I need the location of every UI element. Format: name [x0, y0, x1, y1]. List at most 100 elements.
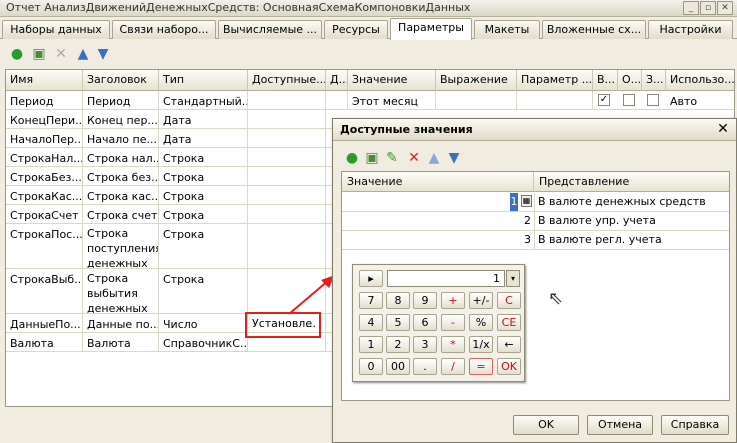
cell-name: СтрокаПос... [6, 224, 83, 268]
dialog-close-icon[interactable]: ✕ [716, 122, 730, 136]
col-use[interactable]: Использо... [666, 70, 734, 91]
calc-key-clear[interactable]: C [497, 292, 521, 309]
col-value[interactable]: Значение [348, 70, 436, 91]
calc-key-ok[interactable]: OK [497, 358, 521, 375]
copy-icon[interactable]: ▣ [363, 149, 381, 167]
cell-title: Строка поступления денежных ... [83, 224, 159, 268]
calc-key-2[interactable]: 2 [386, 336, 410, 353]
col-name[interactable]: Имя [6, 70, 83, 91]
calc-key-5[interactable]: 5 [386, 314, 410, 331]
cell-type: Строка [159, 205, 248, 223]
ok-button[interactable]: OK [513, 415, 579, 435]
calc-key-7[interactable]: 7 [359, 292, 383, 309]
tab-parameters[interactable]: Параметры [390, 18, 472, 40]
delete-icon[interactable]: ✕ [52, 45, 70, 63]
calc-key-reciprocal[interactable]: 1/x [469, 336, 493, 353]
cell-type: Стандартный... [159, 91, 248, 109]
mouse-cursor-icon: ⇖ [548, 288, 564, 309]
col-type[interactable]: Тип [159, 70, 248, 91]
presentation-cell: В валюте денежных средств [538, 195, 706, 208]
value-cell[interactable]: 1 [510, 193, 518, 211]
parameters-toolbar: ● ▣ ✕ ▲ ▼ [4, 43, 124, 65]
delete-icon[interactable]: ✕ [405, 149, 423, 167]
calc-key-3[interactable]: 3 [413, 336, 437, 353]
cell-name: КонецПери... [6, 110, 83, 128]
calc-key-6[interactable]: 6 [413, 314, 437, 331]
calc-key-plus[interactable]: + [441, 292, 465, 309]
cell-type: Строка [159, 148, 248, 166]
calc-key-8[interactable]: 8 [386, 292, 410, 309]
list-item[interactable]: 2 В валюте упр. учета [342, 212, 729, 231]
tab-bar: Наборы данных Связи наборо... Вычисляемы… [0, 18, 737, 40]
col-title[interactable]: Заголовок [83, 70, 159, 91]
cell-available [248, 186, 326, 204]
values-table: Значение Представление 1 ▦ В валюте дене… [341, 171, 730, 401]
tab-resources[interactable]: Ресурсы [324, 20, 388, 39]
list-item[interactable]: 1 ▦ В валюте денежных средств [342, 193, 729, 212]
tab-settings[interactable]: Настройки [648, 20, 733, 39]
checkbox-o[interactable] [623, 94, 635, 106]
calc-key-backspace[interactable]: ← [497, 336, 521, 353]
col-presentation[interactable]: Представление [534, 172, 729, 192]
calc-key-1[interactable]: 1 [359, 336, 383, 353]
cell-d [326, 91, 348, 109]
calc-key-0[interactable]: 0 [359, 358, 383, 375]
cell-name: СтрокаНал... [6, 148, 83, 166]
tab-nested-schemas[interactable]: Вложенные сх... [542, 20, 646, 39]
checkbox-v[interactable]: ✓ [598, 94, 610, 106]
minimize-button[interactable]: _ [683, 1, 699, 15]
calc-key-negate[interactable]: +/- [469, 292, 493, 309]
restore-button[interactable]: ▫ [700, 1, 716, 15]
calc-key-4[interactable]: 4 [359, 314, 383, 331]
add-icon[interactable]: ● [8, 45, 26, 63]
calc-key-decimal[interactable]: . [413, 358, 437, 375]
calc-key-9[interactable]: 9 [413, 292, 437, 309]
value-cell: 3 [524, 233, 531, 246]
calculator-display[interactable]: 1 [387, 270, 505, 287]
calc-key-equals[interactable]: = [469, 358, 493, 375]
col-v[interactable]: В... [593, 70, 618, 91]
col-o[interactable]: О... [618, 70, 642, 91]
checkbox-z[interactable] [647, 94, 659, 106]
calc-key-00[interactable]: 00 [386, 358, 410, 375]
cell-available [248, 167, 326, 185]
calculator-toggle-button[interactable]: ▸ [359, 270, 383, 287]
cell-available [248, 205, 326, 223]
tab-templates[interactable]: Макеты [474, 20, 540, 39]
calculator-icon[interactable]: ▦ [521, 195, 532, 207]
cell-name: СтрокаВыб... [6, 269, 83, 313]
cell-title: Строка без... [83, 167, 159, 185]
move-up-icon[interactable]: ▲ [425, 149, 443, 167]
cancel-button[interactable]: Отмена [587, 415, 653, 435]
help-button[interactable]: Справка [661, 415, 729, 435]
col-d[interactable]: Д... [326, 70, 348, 91]
calc-key-divide[interactable]: / [441, 358, 465, 375]
calc-key-multiply[interactable]: * [441, 336, 465, 353]
cell-available [248, 91, 326, 109]
col-parameter[interactable]: Параметр ... [517, 70, 593, 91]
move-down-icon[interactable]: ▼ [445, 149, 463, 167]
col-available[interactable]: Доступные... [248, 70, 326, 91]
calculator-dropdown-button[interactable]: ▾ [506, 270, 520, 287]
table-row[interactable]: Период Период Стандартный... Этот месяц … [6, 91, 734, 110]
move-down-icon[interactable]: ▼ [94, 45, 112, 63]
col-expression[interactable]: Выражение [436, 70, 517, 91]
copy-icon[interactable]: ▣ [30, 45, 48, 63]
calc-key-percent[interactable]: % [469, 314, 493, 331]
cell-title: Период [83, 91, 159, 109]
calc-key-clear-entry[interactable]: CE [497, 314, 521, 331]
col-z[interactable]: З... [642, 70, 666, 91]
col-value[interactable]: Значение [342, 172, 534, 192]
cell-type: Строка [159, 269, 248, 313]
list-item[interactable]: 3 В валюте регл. учета [342, 231, 729, 250]
add-icon[interactable]: ● [343, 149, 361, 167]
edit-icon[interactable]: ✎ [383, 149, 401, 167]
cell-title: Строка счет [83, 205, 159, 223]
cell-value: Этот месяц [348, 91, 436, 109]
tab-calculated-fields[interactable]: Вычисляемые ... [218, 20, 322, 39]
tab-dataset-links[interactable]: Связи наборо... [112, 20, 216, 39]
calc-key-minus[interactable]: - [441, 314, 465, 331]
move-up-icon[interactable]: ▲ [74, 45, 92, 63]
close-button[interactable]: ✕ [717, 1, 733, 15]
tab-datasets[interactable]: Наборы данных [2, 20, 110, 39]
